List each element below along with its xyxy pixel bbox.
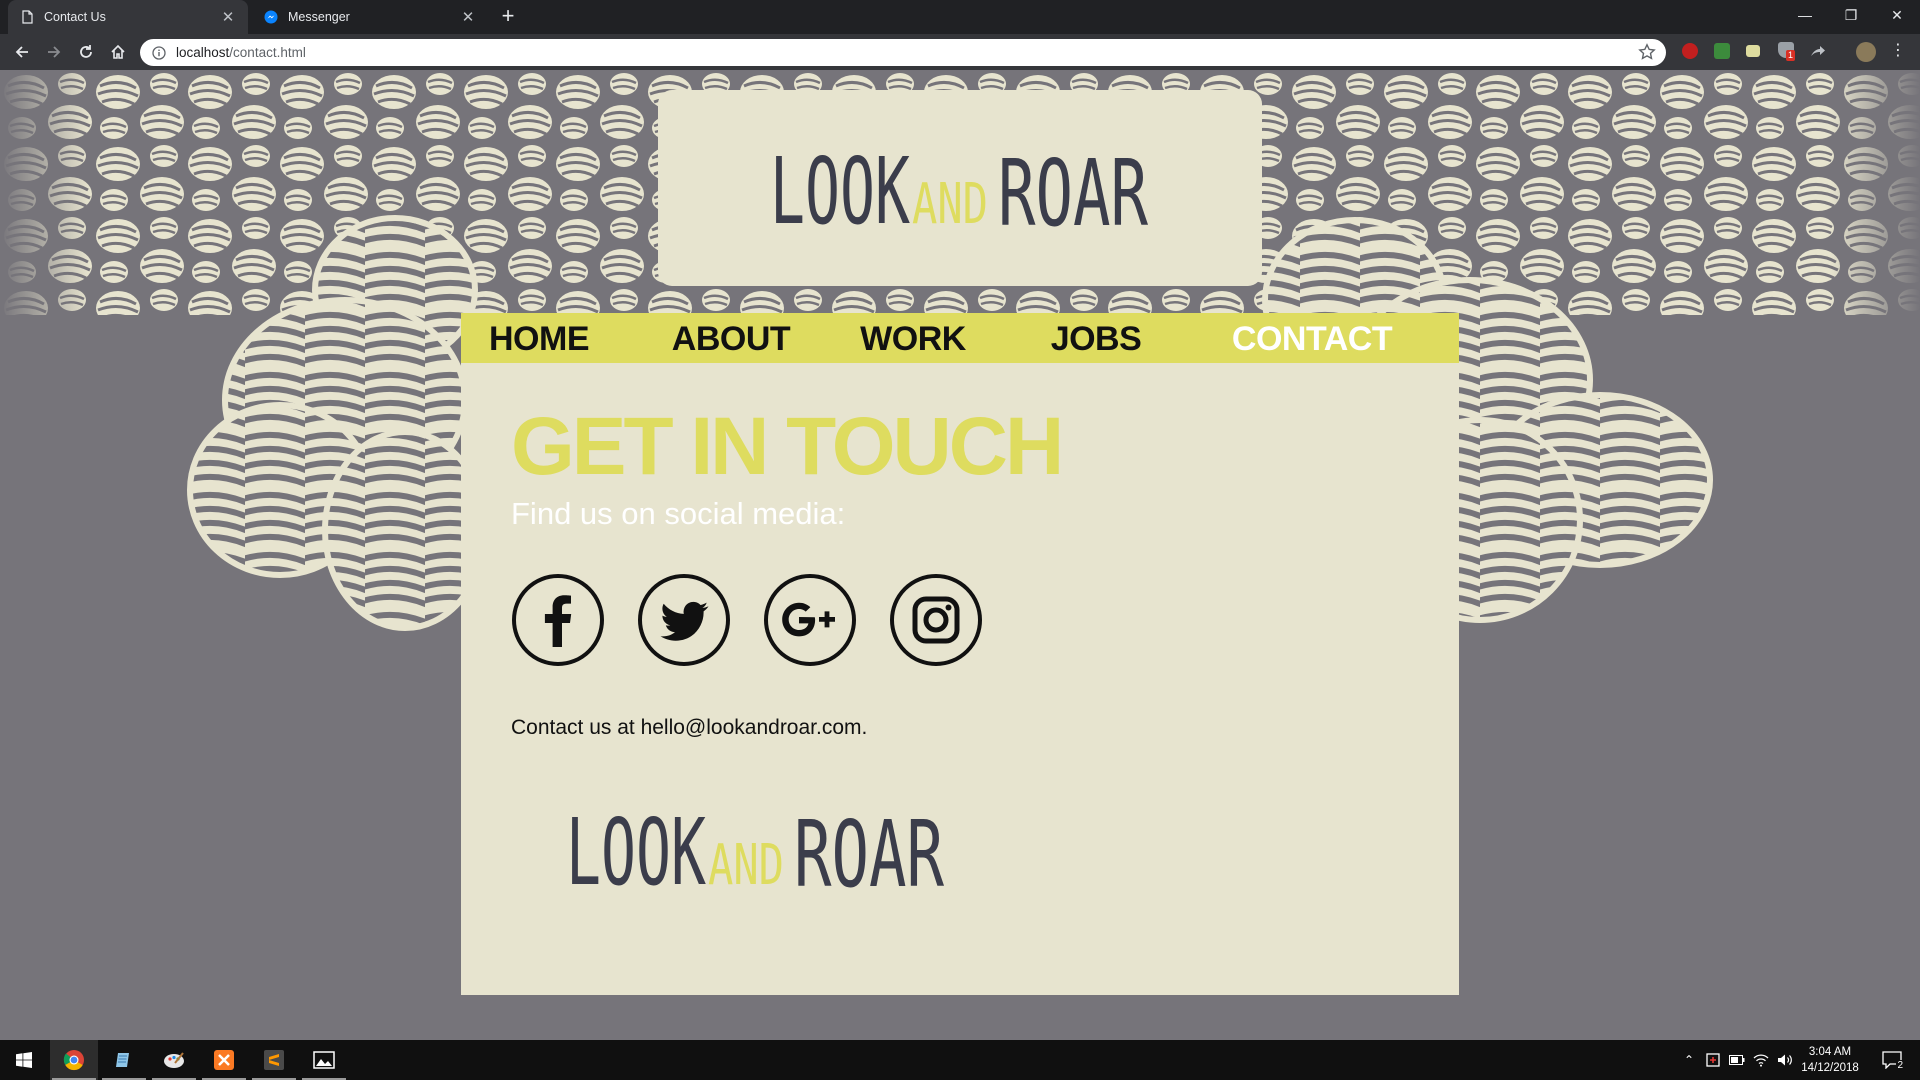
clock-time: 3:04 AM [1808, 1046, 1852, 1058]
opera-icon[interactable] [1682, 43, 1698, 59]
contact-email-text: Contact us at hello@lookandroar.com. [511, 716, 868, 739]
main-navigation: HOME ABOUT WORK JOBS CONTACT [461, 313, 1459, 363]
svg-text:ROAR: ROAR [794, 801, 944, 902]
windows-start-icon[interactable] [0, 1040, 48, 1080]
back-button[interactable] [8, 38, 36, 66]
notepad-icon[interactable] [100, 1040, 148, 1080]
close-window-button[interactable]: ✕ [1874, 0, 1920, 30]
sublime-icon[interactable] [250, 1040, 298, 1080]
chrome-icon[interactable] [50, 1040, 98, 1080]
yarn-ball-cluster-left [187, 215, 485, 631]
volume-icon[interactable] [1776, 1051, 1794, 1069]
url-text: localhost/contact.html [176, 45, 306, 60]
messenger-icon [264, 10, 278, 24]
nav-link-jobs[interactable]: JOBS [1041, 313, 1151, 363]
photos-icon[interactable] [300, 1040, 348, 1080]
new-tab-button[interactable]: + [496, 5, 520, 29]
nav-link-about[interactable]: ABOUT [661, 313, 801, 363]
notification-count: 2 [1896, 1060, 1904, 1071]
svg-text:AND: AND [912, 172, 988, 237]
tab-messenger[interactable]: Messenger ✕ [252, 0, 488, 34]
look-and-roar-logo[interactable]: LOOK AND ROAR [760, 133, 1160, 243]
xampp-icon[interactable] [200, 1040, 248, 1080]
svg-text:AND: AND [708, 833, 784, 898]
share-extension-icon[interactable] [1810, 44, 1826, 60]
svg-text:ROAR: ROAR [998, 140, 1148, 243]
home-button[interactable] [104, 38, 132, 66]
close-tab-icon[interactable]: ✕ [460, 8, 476, 26]
twitter-icon[interactable] [637, 573, 731, 667]
wifi-icon[interactable] [1752, 1051, 1770, 1069]
instagram-icon[interactable] [889, 573, 983, 667]
reload-button[interactable] [72, 38, 100, 66]
clock-date: 14/12/2018 [1801, 1062, 1859, 1074]
minimize-button[interactable]: — [1782, 0, 1828, 30]
note-extension-icon[interactable] [1746, 45, 1760, 57]
paint-icon[interactable] [150, 1040, 198, 1080]
google-plus-icon[interactable] [763, 573, 857, 667]
avatar[interactable] [1856, 42, 1876, 62]
nav-link-contact[interactable]: CONTACT [1231, 313, 1393, 363]
system-clock[interactable]: 3:04 AM 14/12/2018 [1796, 1044, 1864, 1076]
page-heading: GET IN TOUCH [511, 401, 1064, 492]
browser-toolbar: localhost/contact.html 1 ⋮ [0, 34, 1920, 70]
security-tray-icon[interactable] [1704, 1051, 1722, 1069]
svg-text:LOOK: LOOK [566, 799, 706, 902]
show-hidden-icons-icon[interactable]: ⌃ [1680, 1051, 1698, 1069]
bookmark-star-icon[interactable] [1638, 43, 1656, 61]
address-bar[interactable]: localhost/contact.html [140, 39, 1666, 66]
tab-title: Contact Us [44, 10, 106, 24]
battery-icon[interactable] [1728, 1051, 1746, 1069]
restore-button[interactable]: ❐ [1828, 0, 1874, 30]
extension-badge: 1 [1786, 50, 1796, 61]
notification-center-icon[interactable]: 2 [1880, 1051, 1904, 1071]
facebook-icon[interactable] [511, 573, 605, 667]
tab-strip: Contact Us ✕ Messenger ✕ + — ❐ ✕ [0, 0, 1920, 34]
forward-arrow-icon [48, 46, 61, 58]
close-tab-icon[interactable]: ✕ [220, 8, 236, 26]
social-media-subheading: Find us on social media: [511, 496, 846, 531]
chrome-extension-icon[interactable] [1714, 43, 1730, 59]
windows-taskbar: ⌃ 3:04 AM 14/12/2018 2 [0, 1040, 1920, 1080]
header-logo-box: LOOK AND ROAR [658, 90, 1262, 286]
tab-title: Messenger [288, 10, 350, 24]
info-icon[interactable] [152, 45, 166, 60]
forward-button[interactable] [40, 38, 68, 66]
nav-link-work[interactable]: WORK [853, 313, 973, 363]
nav-link-home[interactable]: HOME [479, 313, 599, 363]
footer-logo: LOOK AND ROAR [566, 799, 944, 902]
reload-icon [80, 45, 92, 58]
page-viewport: LOOK AND ROAR HOME ABOUT WORK JOBS CONTA… [0, 70, 1920, 1040]
shield-extension-icon[interactable]: 1 [1778, 42, 1796, 61]
page-icon [20, 10, 34, 24]
menu-icon[interactable]: ⋮ [1890, 43, 1906, 59]
tab-contact-us[interactable]: Contact Us ✕ [8, 0, 248, 34]
svg-text:LOOK: LOOK [770, 138, 910, 243]
home-icon [111, 44, 125, 59]
back-arrow-icon [15, 46, 28, 58]
